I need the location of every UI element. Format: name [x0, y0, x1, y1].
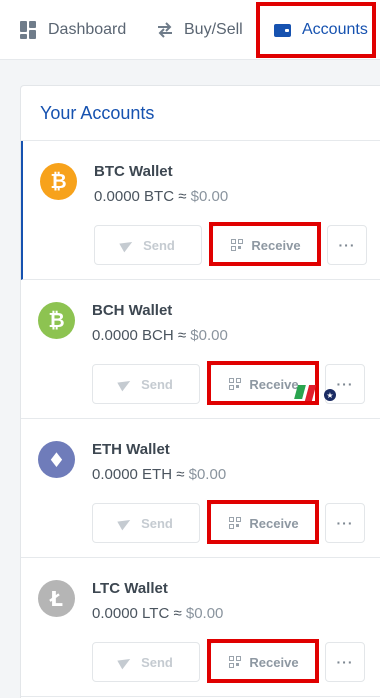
account-row-ltc[interactable]: Ł LTC Wallet 0.0000 LTC ≈ $0.00 Send Rec… [21, 558, 380, 697]
wallet-balance: 0.0000 BCH ≈ $0.00 [92, 327, 228, 344]
account-row-eth[interactable]: ♦ ETH Wallet 0.0000 ETH ≈ $0.00 Send Rec… [21, 419, 380, 558]
wallet-name: BTC Wallet [94, 163, 173, 180]
qr-code-icon [229, 656, 242, 668]
send-button[interactable]: Send [92, 364, 200, 404]
paper-plane-icon [119, 237, 135, 253]
ethereum-icon: ♦ [38, 441, 75, 478]
wallet-name: LTC Wallet [92, 580, 168, 597]
qr-code-icon [229, 378, 242, 390]
send-button[interactable]: Send [94, 225, 202, 265]
watermark-logo: ★ [294, 383, 342, 405]
ellipsis-icon: ··· [336, 515, 354, 531]
panel-title: Your Accounts [21, 86, 380, 141]
paper-plane-icon [117, 654, 133, 670]
wallet-balance: 0.0000 BTC ≈ $0.00 [94, 188, 229, 205]
wallet-balance: 0.0000 LTC ≈ $0.00 [92, 605, 224, 622]
account-row-btc[interactable]: ₿ BTC Wallet 0.0000 BTC ≈ $0.00 Send Rec… [21, 141, 380, 280]
wallet-name: BCH Wallet [92, 302, 173, 319]
nav-buysell[interactable]: Buy/Sell [156, 0, 243, 60]
receive-button[interactable]: Receive [210, 503, 318, 543]
bitcoin-icon: ₿ [40, 163, 77, 200]
paper-plane-icon [117, 515, 133, 531]
swap-arrows-icon [156, 21, 174, 39]
nav-accounts[interactable]: Accounts [256, 2, 376, 58]
star-icon: ★ [324, 389, 336, 401]
more-options-button[interactable]: ··· [325, 503, 365, 543]
wallet-name: ETH Wallet [92, 441, 170, 458]
send-button[interactable]: Send [92, 503, 200, 543]
qr-code-icon [231, 239, 244, 251]
nav-accounts-label: Accounts [302, 21, 368, 38]
receive-button[interactable]: Receive [210, 642, 318, 682]
nav-dashboard-label: Dashboard [48, 21, 127, 38]
ellipsis-icon: ··· [336, 654, 354, 670]
litecoin-icon: Ł [38, 580, 75, 617]
ellipsis-icon: ··· [338, 237, 356, 253]
send-button[interactable]: Send [92, 642, 200, 682]
more-options-button[interactable]: ··· [327, 225, 367, 265]
more-options-button[interactable]: ··· [325, 642, 365, 682]
wallet-balance: 0.0000 ETH ≈ $0.00 [92, 466, 227, 483]
paper-plane-icon [117, 376, 133, 392]
nav-buysell-label: Buy/Sell [184, 21, 243, 38]
receive-button[interactable]: Receive [212, 225, 320, 265]
grid-icon [20, 21, 38, 39]
wallet-icon [274, 21, 292, 39]
top-navigation: Dashboard Buy/Sell Accounts [0, 0, 380, 60]
bitcoin-cash-icon: ₿ [38, 302, 75, 339]
nav-dashboard[interactable]: Dashboard [20, 0, 126, 60]
qr-code-icon [229, 517, 242, 529]
